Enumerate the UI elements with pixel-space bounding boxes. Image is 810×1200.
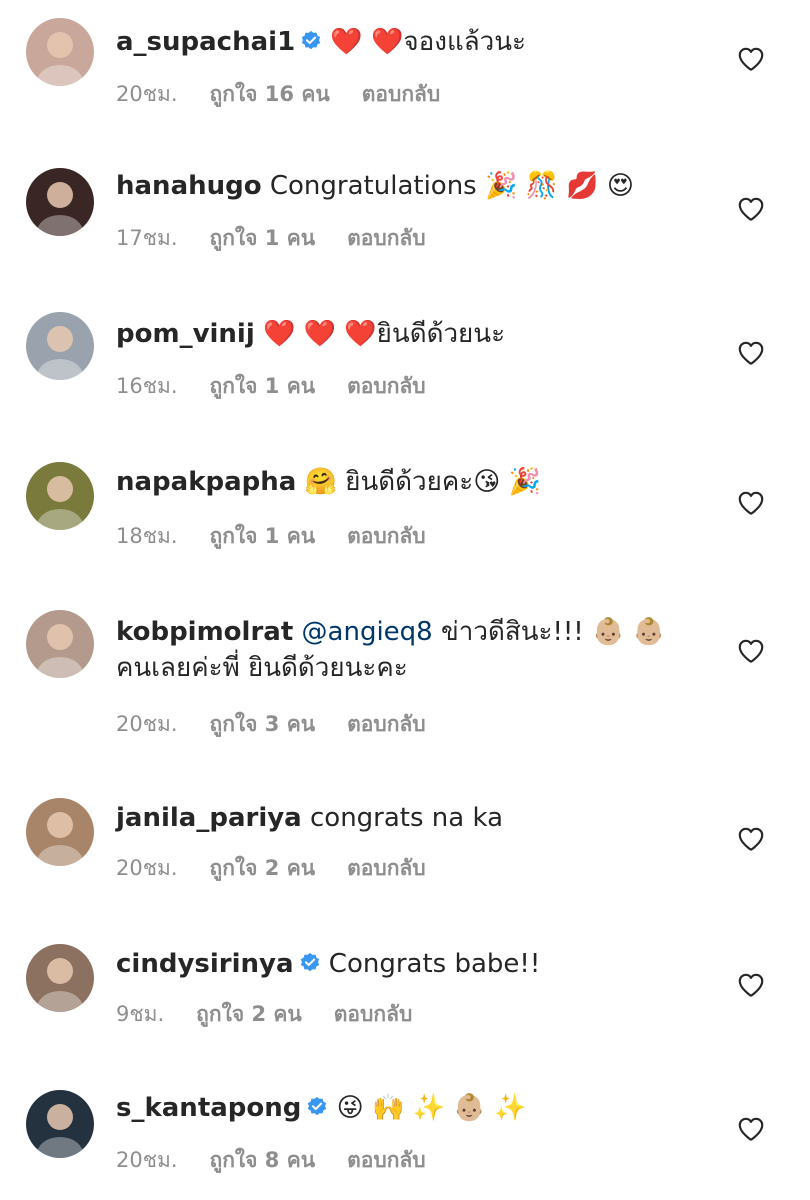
heart-outline-icon[interactable] [736, 338, 766, 368]
reply-button[interactable]: ตอบกลับ [347, 1148, 426, 1172]
comment-username[interactable]: pom_vinij [116, 319, 255, 349]
comment-text-line: hanahugo Congratulations 🎉 🎊 💋 😍 [116, 168, 716, 204]
comment-username[interactable]: hanahugo [116, 171, 262, 201]
verified-badge-icon [300, 30, 322, 52]
verified-badge-icon [306, 1096, 328, 1118]
comment-meta: 20ชม. ถูกใจ 8 คน ตอบกลับ [116, 1144, 458, 1177]
comment-text-line: napakpapha 🤗 ยินดีด้วยคะ😘 🎉 [116, 464, 716, 500]
comment-like-count[interactable]: ถูกใจ 3 คน [210, 712, 316, 736]
comment-timestamp: 16ชม. [116, 374, 178, 398]
verified-badge-icon [299, 952, 321, 974]
avatar[interactable] [26, 168, 94, 236]
reply-button[interactable]: ตอบกลับ [347, 226, 426, 250]
comment-mention-link[interactable]: @angieq8 [302, 617, 433, 647]
comment-text-line: kobpimolrat @angieq8 ข่าวดีสินะ!!! 👶🏼 👶🏼 [116, 614, 716, 650]
reply-button[interactable]: ตอบกลับ [347, 856, 426, 880]
comment-meta: 20ชม. ถูกใจ 3 คน ตอบกลับ [116, 708, 458, 741]
comment-timestamp: 20ชม. [116, 1148, 178, 1172]
comment-like-count[interactable]: ถูกใจ 2 คน [196, 1002, 302, 1026]
comment-text: Congrats babe!! [328, 949, 541, 979]
comment-username[interactable]: s_kantapong [116, 1093, 301, 1123]
reply-button[interactable]: ตอบกลับ [347, 712, 426, 736]
comment-text-line: s_kantapong 😜 🙌 ✨ 👶🏼 ✨ [116, 1090, 716, 1126]
comment-like-count[interactable]: ถูกใจ 1 คน [210, 524, 316, 548]
comment-like-count[interactable]: ถูกใจ 16 คน [210, 82, 330, 106]
avatar[interactable] [26, 944, 94, 1012]
avatar[interactable] [26, 610, 94, 678]
heart-outline-icon[interactable] [736, 44, 766, 74]
comment-timestamp: 17ชม. [116, 226, 178, 250]
reply-button[interactable]: ตอบกลับ [334, 1002, 413, 1026]
comment-like-count[interactable]: ถูกใจ 1 คน [210, 374, 316, 398]
avatar[interactable] [26, 798, 94, 866]
comment-text: ❤️ ❤️ ❤️ยินดีด้วยนะ [263, 319, 506, 349]
comment-text-continued: คนเลยค่ะพี่ ยินดีด้วยนะคะ [116, 653, 408, 683]
reply-button[interactable]: ตอบกลับ [347, 374, 426, 398]
comment-text: ❤️ ❤️จองแล้วนะ [330, 27, 527, 57]
heart-outline-icon[interactable] [736, 488, 766, 518]
comment-meta: 20ชม. ถูกใจ 16 คน ตอบกลับ [116, 78, 472, 111]
avatar[interactable] [26, 1090, 94, 1158]
comment-meta: 20ชม. ถูกใจ 2 คน ตอบกลับ [116, 852, 458, 885]
heart-outline-icon[interactable] [736, 194, 766, 224]
comment-username[interactable]: janila_pariya [116, 803, 302, 833]
comment-text-line: a_supachai1 ❤️ ❤️จองแล้วนะ [116, 24, 716, 60]
comment-username[interactable]: kobpimolrat [116, 617, 293, 647]
heart-outline-icon[interactable] [736, 824, 766, 854]
comment-text: 🤗 ยินดีด้วยคะ😘 🎉 [304, 467, 541, 497]
comment-text: congrats na ka [310, 803, 504, 833]
avatar[interactable] [26, 462, 94, 530]
comment-text-line: pom_vinij ❤️ ❤️ ❤️ยินดีด้วยนะ [116, 316, 716, 352]
comment-text-line: cindysirinya Congrats babe!! [116, 946, 716, 982]
comment-like-count[interactable]: ถูกใจ 2 คน [210, 856, 316, 880]
comment-like-count[interactable]: ถูกใจ 1 คน [210, 226, 316, 250]
avatar[interactable] [26, 18, 94, 86]
reply-button[interactable]: ตอบกลับ [362, 82, 441, 106]
comment-timestamp: 18ชม. [116, 524, 178, 548]
comment-text-line: janila_pariya congrats na ka [116, 800, 716, 836]
comment-text: 😜 🙌 ✨ 👶🏼 ✨ [336, 1093, 527, 1123]
comment-meta: 17ชม. ถูกใจ 1 คน ตอบกลับ [116, 222, 458, 255]
comment-timestamp: 20ชม. [116, 82, 178, 106]
comment-timestamp: 20ชม. [116, 856, 178, 880]
comment-username[interactable]: a_supachai1 [116, 27, 295, 57]
comment-username[interactable]: napakpapha [116, 467, 296, 497]
comment-meta: 9ชม. ถูกใจ 2 คน ตอบกลับ [116, 998, 444, 1031]
comment-timestamp: 9ชม. [116, 1002, 165, 1026]
comment-meta: 18ชม. ถูกใจ 1 คน ตอบกลับ [116, 520, 458, 553]
comment-meta: 16ชม. ถูกใจ 1 คน ตอบกลับ [116, 370, 458, 403]
comment-like-count[interactable]: ถูกใจ 8 คน [210, 1148, 316, 1172]
avatar[interactable] [26, 312, 94, 380]
comment-timestamp: 20ชม. [116, 712, 178, 736]
comment-text: Congratulations 🎉 🎊 💋 😍 [269, 171, 635, 201]
comment-text: ข่าวดีสินะ!!! 👶🏼 👶🏼 [440, 617, 665, 647]
heart-outline-icon[interactable] [736, 636, 766, 666]
heart-outline-icon[interactable] [736, 1114, 766, 1144]
reply-button[interactable]: ตอบกลับ [347, 524, 426, 548]
heart-outline-icon[interactable] [736, 970, 766, 1000]
comment-username[interactable]: cindysirinya [116, 949, 294, 979]
